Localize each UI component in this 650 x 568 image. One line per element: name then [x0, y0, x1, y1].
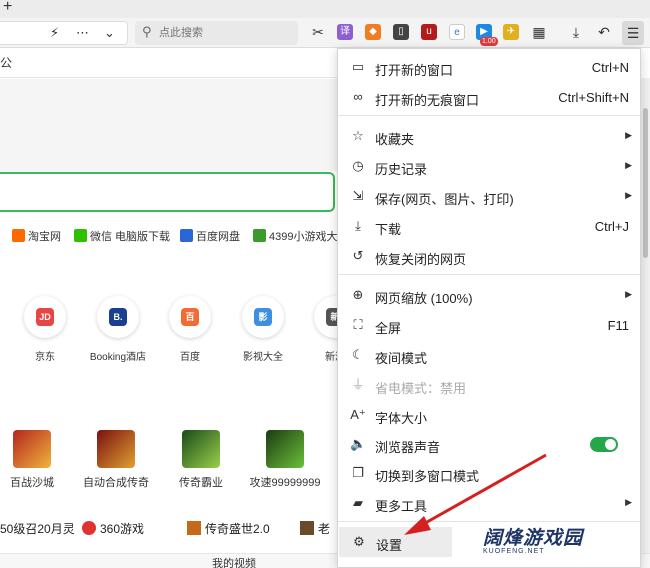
arrow-head	[404, 516, 431, 535]
annotation-arrow	[404, 453, 547, 535]
watermark-title: 阔烽游戏园	[483, 528, 584, 549]
watermark-subtitle: KUOFENG.NET	[483, 548, 545, 555]
arrow-shaft	[419, 453, 547, 528]
watermark-logo: 阔烽游戏园 KUOFENG.NET	[483, 523, 603, 558]
